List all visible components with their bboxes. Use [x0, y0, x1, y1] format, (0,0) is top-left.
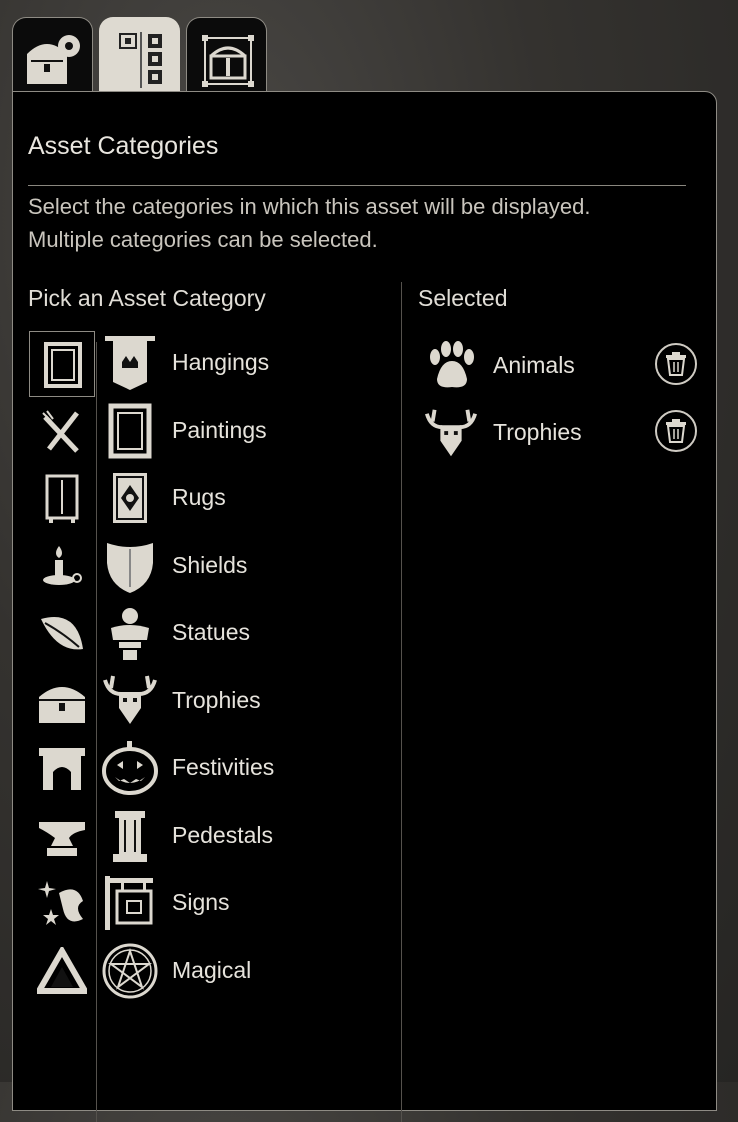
category-label: Statues [172, 619, 250, 645]
paw-icon [430, 341, 474, 388]
bust-icon [111, 608, 149, 660]
category-item[interactable]: Trophies [101, 669, 391, 735]
selected-heading: Selected [418, 285, 508, 311]
chest-bounds-icon [202, 35, 254, 87]
tab-asset-settings[interactable] [12, 17, 93, 93]
framed-painting-icon [44, 342, 82, 388]
group-containers[interactable] [29, 669, 95, 735]
shield-icon [107, 543, 153, 593]
category-label: Signs [172, 889, 230, 915]
category-label: Paintings [172, 417, 267, 443]
category-item[interactable]: Hangings [101, 331, 391, 397]
category-label: Magical [172, 957, 252, 983]
group-kitchen[interactable] [29, 399, 95, 465]
panel-title: Asset Categories [28, 132, 219, 160]
title-divider [28, 185, 686, 186]
wardrobe-icon [45, 474, 79, 523]
pumpkin-icon [102, 741, 158, 795]
banner-icon [105, 336, 155, 390]
category-label: Shields [172, 552, 248, 578]
group-nature[interactable] [29, 601, 95, 667]
tab-asset-bounds[interactable] [186, 17, 267, 93]
pentagram-icon [102, 943, 158, 999]
category-item[interactable]: Festivities [101, 736, 391, 802]
fireplace-icon [39, 748, 85, 790]
group-furniture[interactable] [29, 466, 95, 532]
category-item[interactable]: Rugs [101, 466, 391, 532]
category-item[interactable]: Signs [101, 871, 391, 937]
treasure-chest-icon [39, 687, 85, 723]
panel-description: Select the categories in which this asse… [28, 190, 688, 256]
group-paintings[interactable] [29, 331, 95, 397]
selected-label: Trophies [493, 419, 582, 445]
fork-knife-icon [42, 410, 79, 453]
remove-button[interactable] [655, 343, 697, 385]
antler-skull-icon [425, 409, 477, 457]
category-label: Pedestals [172, 822, 274, 848]
category-label: Hangings [172, 349, 270, 375]
description-line: Select the categories in which this asse… [28, 194, 591, 219]
leaf-icon [41, 617, 83, 650]
rug-icon [113, 473, 147, 523]
anvil-icon [39, 822, 85, 856]
asset-categories-panel: Asset Categories Select the categories i… [12, 91, 717, 1122]
category-layout-icon [119, 32, 162, 88]
tab-asset-categories[interactable] [99, 17, 180, 92]
trash-icon [666, 352, 686, 376]
group-lighting[interactable] [29, 534, 95, 600]
description-line: Multiple categories can be selected. [28, 227, 378, 252]
group-abstract[interactable] [29, 939, 95, 1005]
group-crafting[interactable] [29, 804, 95, 870]
remove-button[interactable] [655, 410, 697, 452]
group-structures[interactable] [29, 736, 95, 802]
sparkle-icon [38, 881, 83, 925]
candle-icon [43, 546, 82, 585]
category-item[interactable]: Magical [101, 939, 391, 1005]
category-label: Rugs [172, 484, 226, 510]
chest-settings-icon [27, 35, 80, 84]
triangle-icon [37, 947, 87, 994]
column-divider [96, 342, 97, 1122]
antler-skull-icon [103, 675, 157, 724]
category-label: Trophies [172, 687, 261, 713]
trash-icon [666, 419, 686, 443]
category-item[interactable]: Statues [101, 601, 391, 667]
pillar-icon [113, 811, 147, 862]
category-label: Festivities [172, 754, 275, 780]
column-divider [401, 282, 402, 1122]
category-item[interactable]: Paintings [101, 399, 391, 465]
group-effects[interactable] [29, 871, 95, 937]
selected-label: Animals [493, 352, 575, 378]
selected-item: Animals [423, 337, 711, 397]
selected-item: Trophies [423, 404, 711, 464]
hanging-sign-icon [105, 876, 153, 930]
category-item[interactable]: Shields [101, 534, 391, 600]
category-item[interactable]: Pedestals [101, 804, 391, 870]
pick-category-heading: Pick an Asset Category [28, 285, 266, 311]
painting-icon [108, 403, 152, 459]
